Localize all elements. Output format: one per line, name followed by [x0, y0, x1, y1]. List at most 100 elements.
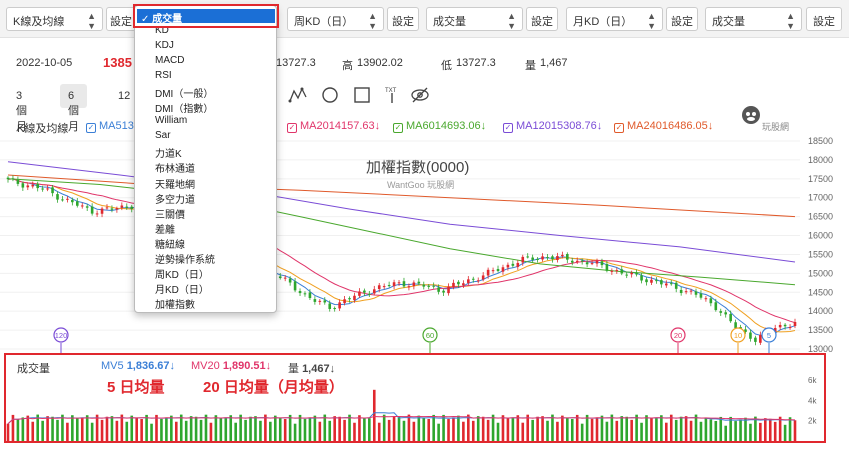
- y-tick-label: 17000: [808, 193, 833, 203]
- candle-body: [363, 290, 366, 293]
- candle-body: [56, 194, 59, 200]
- candle-body: [283, 277, 287, 279]
- ma-badge-label: 5: [767, 331, 771, 340]
- settings-button-3[interactable]: 設定: [387, 7, 419, 31]
- dropdown-item[interactable]: 糖紐線: [155, 236, 185, 251]
- candle-body: [288, 278, 292, 283]
- candle-body: [788, 327, 792, 329]
- candle-body: [590, 263, 594, 265]
- dropdown-item[interactable]: 逆勢操作系統: [155, 251, 215, 266]
- dropdown-item[interactable]: 力道K: [155, 145, 182, 160]
- candle-body: [506, 264, 510, 268]
- candle-body: [462, 283, 465, 286]
- settings-button-1[interactable]: 設定: [106, 7, 136, 31]
- candle-body: [566, 254, 569, 260]
- candle-body: [368, 293, 371, 295]
- circle-tool-icon[interactable]: [320, 84, 340, 106]
- candle-body: [372, 289, 376, 294]
- quote-date: 2022-10-05: [16, 57, 73, 69]
- dropdown-item[interactable]: 月KD（日）: [155, 281, 209, 296]
- indicator-select-3[interactable]: 周KD（日） ▲ ▼: [287, 7, 384, 31]
- dropdown-item[interactable]: MACD: [155, 55, 184, 66]
- chevron-icon: ▲ ▼: [368, 11, 377, 31]
- low-label: 低: [441, 60, 452, 72]
- candle-body: [338, 302, 341, 309]
- indicator-dropdown-menu: ✓ 成交量 KD KDJ MACD RSI DMI（一般） DMI（指數） William S…: [134, 5, 277, 313]
- wave-tool-icon[interactable]: [288, 84, 308, 106]
- dropdown-item[interactable]: 三關價: [155, 206, 185, 221]
- text-tool-icon[interactable]: TXT: [382, 84, 402, 106]
- dropdown-item[interactable]: Sar: [155, 130, 171, 141]
- hide-drawings-icon[interactable]: [410, 84, 430, 106]
- settings-button-5[interactable]: 設定: [666, 7, 698, 31]
- dropdown-item[interactable]: 加權指數: [155, 296, 195, 311]
- indicator-select-5[interactable]: 月KD（日） ▲ ▼: [566, 7, 663, 31]
- ma-line: [7, 178, 796, 337]
- candle-body: [71, 199, 74, 203]
- candle-body: [392, 282, 396, 287]
- range-3m-button[interactable]: 3 個月: [8, 84, 35, 133]
- price-chart[interactable]: 18500 18000 17500 17000 16500 16000 15500 15000…: [0, 132, 849, 354]
- candle-body: [130, 206, 134, 209]
- candle-body: [387, 285, 391, 287]
- candle-body: [541, 256, 544, 260]
- candle-body: [46, 188, 49, 190]
- candle-body: [348, 298, 351, 300]
- candle-body: [125, 206, 129, 208]
- candle-body: [382, 286, 386, 288]
- candle-body: [407, 286, 411, 288]
- dropdown-item[interactable]: 多空力道: [155, 191, 195, 206]
- indicator-select-4[interactable]: 成交量 ▲ ▼: [426, 7, 523, 31]
- y-tick-label: 18500: [808, 136, 833, 146]
- y-tick-label: 16000: [808, 231, 833, 241]
- dropdown-item[interactable]: 周KD（日）: [155, 266, 209, 281]
- range-6m-button[interactable]: 6 個月: [60, 84, 87, 133]
- candle-body: [80, 205, 84, 207]
- candle-body: [75, 201, 79, 206]
- dropdown-item[interactable]: 差離: [155, 221, 175, 236]
- ma-line: [7, 161, 796, 263]
- rectangle-tool-icon[interactable]: [352, 84, 372, 106]
- candle-body: [491, 270, 495, 272]
- candle-body: [729, 314, 732, 322]
- candle-body: [610, 270, 614, 272]
- candle-body: [630, 272, 633, 275]
- dropdown-item[interactable]: RSI: [155, 70, 172, 81]
- dropdown-item[interactable]: DMI（一般）: [155, 85, 213, 100]
- dropdown-item[interactable]: William: [155, 115, 187, 126]
- candle-body: [318, 300, 322, 302]
- candle-body: [759, 334, 762, 343]
- dropdown-item[interactable]: DMI（指數）: [155, 100, 213, 115]
- candle-body: [521, 256, 525, 263]
- candle-body: [298, 291, 302, 294]
- indicator-select-1[interactable]: K線及均線 ▲ ▼: [6, 7, 103, 31]
- settings-button-6[interactable]: 設定: [806, 7, 842, 31]
- candle-body: [100, 208, 104, 214]
- candle-body: [422, 284, 426, 287]
- candle-body: [719, 311, 723, 313]
- candle-body: [105, 207, 109, 209]
- candle-body: [110, 208, 114, 210]
- candle-body: [600, 261, 604, 266]
- candle-body: [615, 270, 619, 272]
- candle-body: [793, 322, 797, 327]
- dropdown-item[interactable]: 天羅地網: [155, 176, 195, 191]
- candle-body: [293, 281, 297, 291]
- candle-body: [754, 337, 757, 342]
- candle-body: [402, 281, 406, 287]
- chevron-icon: ▲ ▼: [507, 11, 516, 31]
- chevron-icon: ▲ ▼: [786, 11, 795, 31]
- settings-button-4[interactable]: 設定: [526, 7, 558, 31]
- candle-body: [625, 274, 629, 276]
- quote-high: 13902.02: [357, 57, 403, 69]
- candle-body: [580, 260, 584, 262]
- indicator-select-6[interactable]: 成交量 ▲ ▼: [705, 7, 802, 31]
- svg-text:TXT: TXT: [385, 88, 397, 94]
- volume-label: 量: [525, 60, 536, 72]
- dropdown-item[interactable]: 布林通道: [155, 160, 195, 175]
- chevron-icon: ▲ ▼: [647, 11, 656, 31]
- candle-body: [679, 289, 683, 294]
- candle-body: [516, 262, 520, 267]
- dropdown-item[interactable]: KDJ: [155, 40, 174, 51]
- ma-badge-label: 20: [674, 331, 682, 340]
